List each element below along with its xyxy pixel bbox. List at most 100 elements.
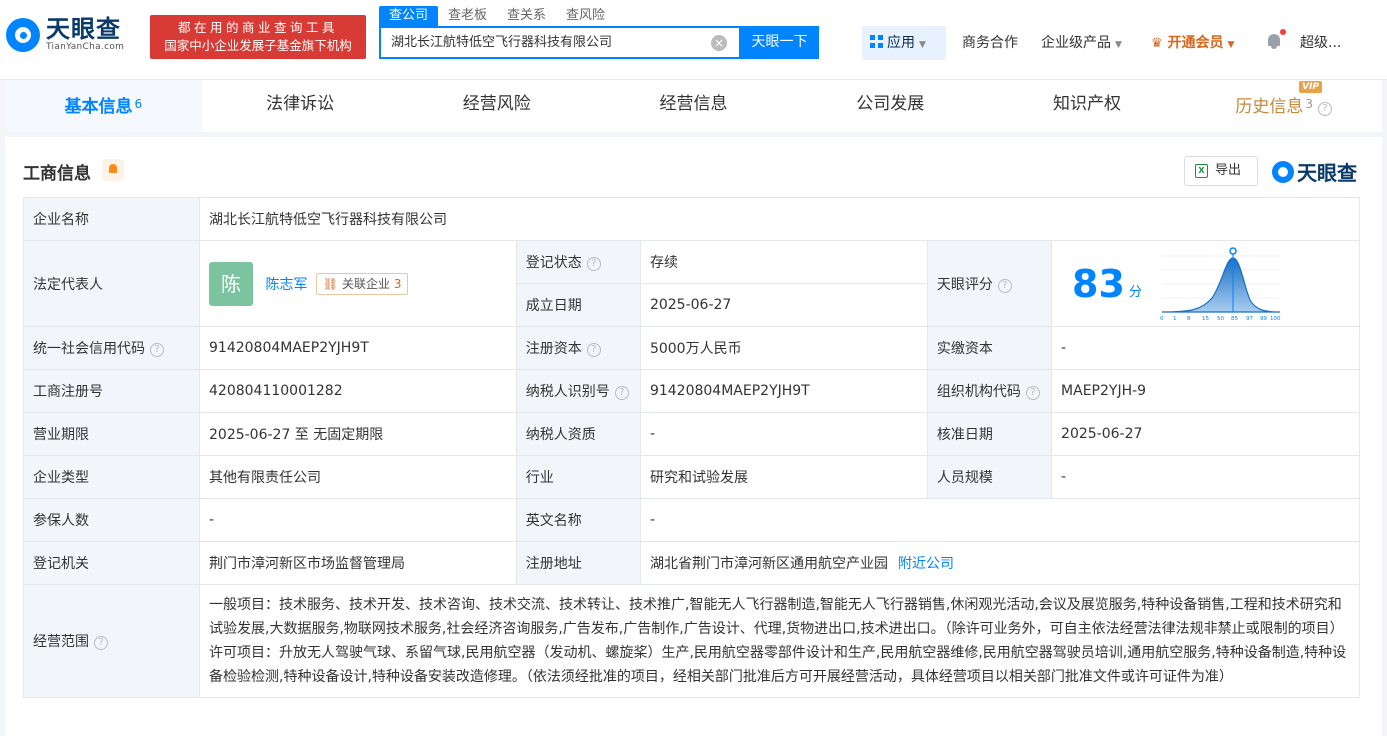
- subscribe-bell-icon[interactable]: [102, 159, 124, 181]
- address-cell: 湖北省荆门市漳河新区通用航空产业园 附近公司: [639, 541, 1361, 585]
- tab-label: 历史信息: [1235, 97, 1304, 117]
- reg-status-value: 存续: [639, 240, 928, 284]
- vip-label: 开通会员: [1167, 35, 1224, 51]
- logo-domain: TianYanCha.com: [46, 42, 125, 52]
- credit-code-value: 91420804MAEP2YJH9T: [199, 326, 517, 370]
- related-count: 3: [393, 276, 402, 291]
- section-title: 工商信息: [23, 164, 91, 184]
- vip-menu[interactable]: ♛ 开通会员 ▼: [1151, 26, 1234, 60]
- label-text: 纳税人识别号: [525, 384, 610, 400]
- scope-value: 一般项目：技术服务、技术开发、技术咨询、技术交流、技术转让、技术推广,智能无人飞…: [199, 584, 1360, 698]
- credit-code-label: 统一社会信用代码?: [23, 326, 200, 370]
- nav-enterprise-products[interactable]: 企业级产品 ▼: [1041, 26, 1122, 60]
- tab-history[interactable]: VIP 历史信息 3?: [1185, 80, 1382, 132]
- approve-date-value: 2025-06-27: [1051, 412, 1360, 456]
- grid-icon: [870, 35, 883, 48]
- en-name-label: 英文名称: [515, 498, 641, 542]
- search-input-value: 湖北长江航特低空飞行器科技有限公司: [391, 35, 613, 50]
- apps-menu[interactable]: 应用 ▼: [862, 26, 946, 60]
- logo-text: 天眼查: [46, 15, 121, 43]
- paid-capital-label: 实缴资本: [926, 326, 1053, 370]
- related-companies-button[interactable]: ⛓ 关联企业 3: [315, 272, 409, 295]
- term-label: 营业期限: [23, 412, 200, 456]
- help-icon[interactable]: ?: [1025, 386, 1040, 400]
- company-type-value: 其他有限责任公司: [199, 455, 517, 499]
- nav-business[interactable]: 商务合作: [962, 26, 1018, 60]
- caret-down-icon: ▼: [919, 40, 926, 50]
- score-cell[interactable]: 83 分 0 1 8 15 50 85 97 99 100: [1051, 240, 1360, 327]
- export-button[interactable]: X 导出: [1184, 156, 1258, 186]
- help-icon[interactable]: ?: [997, 278, 1012, 293]
- label-text: 登记状态: [525, 255, 582, 271]
- found-date-label: 成立日期: [515, 283, 641, 327]
- org-code-label: 组织机构代码?: [926, 369, 1053, 413]
- search-tab-risk[interactable]: 查风险: [556, 6, 615, 26]
- axis-tick: 100: [1270, 316, 1281, 322]
- taxpayer-id-label: 纳税人识别号?: [515, 369, 641, 413]
- search-input[interactable]: 湖北长江航特低空飞行器科技有限公司 ×: [379, 26, 741, 59]
- search-tab-relation[interactable]: 查关系: [497, 6, 556, 26]
- related-icon: ⛓: [322, 276, 339, 291]
- avatar[interactable]: 陈: [209, 261, 253, 306]
- business-info-table: 企业名称 湖北长江航特低空飞行器科技有限公司 法定代表人 陈 陈志军 ⛓ 关联企…: [23, 197, 1361, 698]
- reg-no-value: 420804110001282: [199, 369, 517, 413]
- axis-tick: 1: [1173, 316, 1177, 322]
- user-menu[interactable]: 超级...: [1300, 26, 1341, 60]
- tab-risk[interactable]: 经营风险: [398, 80, 595, 132]
- company-type-label: 企业类型: [23, 455, 200, 499]
- tab-basic-info[interactable]: 基本信息 6: [5, 80, 202, 132]
- export-label: 导出: [1215, 163, 1242, 178]
- axis-tick: 85: [1231, 316, 1238, 322]
- axis-tick: 0: [1160, 316, 1164, 322]
- score-axis-labels: 0 1 8 15 50 85 97 99 100: [1160, 316, 1281, 322]
- excel-icon: X: [1195, 164, 1208, 178]
- tab-development[interactable]: 公司发展: [792, 80, 989, 132]
- insured-label: 参保人数: [23, 498, 200, 542]
- reg-capital-label: 注册资本?: [515, 326, 641, 370]
- company-tabs: 基本信息 6 法律诉讼 经营风险 经营信息 公司发展 知识产权 VIP 历史信息 3?: [5, 80, 1382, 132]
- related-label: 关联企业: [341, 276, 390, 291]
- legal-rep-link[interactable]: 陈志军: [265, 277, 307, 293]
- axis-tick: 99: [1260, 316, 1267, 322]
- help-icon[interactable]: ?: [586, 343, 601, 357]
- nearby-companies-link[interactable]: 附近公司: [898, 556, 954, 572]
- nav-enterprise-label: 企业级产品: [1041, 35, 1111, 51]
- score-value: 83: [1072, 261, 1125, 306]
- clear-search-icon[interactable]: ×: [711, 35, 727, 51]
- taxpayer-id-value: 91420804MAEP2YJH9T: [639, 369, 928, 413]
- tab-ip[interactable]: 知识产权: [989, 80, 1186, 132]
- search-tab-company[interactable]: 查公司: [379, 6, 439, 26]
- eye-logo-icon: [1272, 160, 1294, 183]
- authority-label: 登记机关: [23, 541, 200, 585]
- search-button[interactable]: 天眼一下: [740, 26, 819, 59]
- crown-icon: ♛: [1151, 36, 1163, 51]
- taxpayer-qual-value: -: [639, 412, 928, 456]
- help-icon[interactable]: ?: [1317, 102, 1332, 116]
- axis-tick: 8: [1187, 316, 1191, 322]
- help-icon[interactable]: ?: [94, 636, 108, 650]
- brand-text: 天眼查: [1297, 161, 1357, 185]
- score-label: 天眼评分?: [926, 240, 1053, 327]
- help-icon[interactable]: ?: [150, 343, 164, 357]
- tab-count: 6: [134, 97, 143, 111]
- reg-status-label: 登记状态?: [515, 240, 641, 284]
- authority-value: 荆门市漳河新区市场监督管理局: [199, 541, 517, 585]
- label-text: 统一社会信用代码: [33, 341, 145, 357]
- notification-bell-icon[interactable]: [1266, 29, 1286, 50]
- help-icon[interactable]: ?: [586, 257, 601, 271]
- tab-legal[interactable]: 法律诉讼: [202, 80, 399, 132]
- vip-badge: VIP: [1299, 81, 1323, 93]
- top-bar: 天眼查 TianYanCha.com 都在用的商业查询工具 国家中小企业发展子基…: [0, 0, 1387, 80]
- score-unit: 分: [1128, 284, 1142, 300]
- tab-operation[interactable]: 经营信息: [595, 80, 792, 132]
- industry-label: 行业: [515, 455, 641, 499]
- scope-label: 经营范围?: [23, 584, 200, 698]
- apps-label: 应用: [887, 35, 915, 51]
- paid-capital-value: -: [1051, 326, 1360, 370]
- search-tab-boss[interactable]: 查老板: [438, 6, 497, 26]
- staff-value: -: [1051, 455, 1360, 499]
- slogan-line-2: 国家中小企业发展子基金旗下机构: [164, 38, 352, 53]
- address-value: 湖北省荆门市漳河新区通用航空产业园: [649, 556, 888, 572]
- tianyancha-logo[interactable]: 天眼查 TianYanCha.com: [6, 16, 124, 53]
- help-icon[interactable]: ?: [614, 386, 629, 400]
